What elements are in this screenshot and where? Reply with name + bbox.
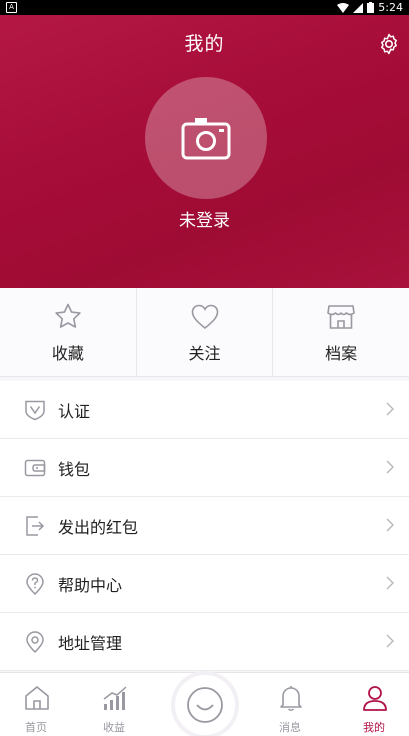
menu-item-label: 钱包 xyxy=(58,459,91,479)
menu-item-verify[interactable]: 认证 xyxy=(0,381,409,439)
quick-action-label: 收藏 xyxy=(51,344,84,363)
wallet-icon xyxy=(24,459,46,476)
tab-home[interactable]: 首页 xyxy=(1,673,71,736)
menu-item-label: 发出的红包 xyxy=(58,517,139,537)
page-title: 我的 xyxy=(184,33,225,55)
verify-shield-icon xyxy=(25,400,45,420)
battery-icon xyxy=(367,2,375,13)
tab-label: 消息 xyxy=(279,721,301,734)
quick-action-label: 关注 xyxy=(188,344,221,363)
login-prompt[interactable]: 未登录 xyxy=(0,206,409,231)
star-icon xyxy=(55,303,81,328)
status-bar: A 5:24 xyxy=(0,0,409,15)
status-time: 5:24 xyxy=(378,1,403,14)
menu-item-label: 地址管理 xyxy=(58,633,123,653)
quick-actions: 收藏 关注 档案 xyxy=(0,288,409,377)
menu-item-label: 认证 xyxy=(58,401,91,421)
menu-item-label: 帮助中心 xyxy=(58,575,123,595)
quick-action-favorites[interactable]: 收藏 xyxy=(0,288,137,376)
chevron-right-icon xyxy=(386,634,394,648)
notification-icon: A xyxy=(6,2,17,13)
camera-icon xyxy=(181,118,231,160)
status-icons: 5:24 xyxy=(337,0,403,15)
menu-item-sent-red-packets[interactable]: 发出的红包 xyxy=(0,497,409,555)
gear-icon[interactable] xyxy=(377,32,401,56)
chevron-right-icon xyxy=(386,518,394,532)
chevron-right-icon xyxy=(386,402,394,416)
tab-label: 首页 xyxy=(25,721,47,734)
menu-item-address[interactable]: 地址管理 xyxy=(0,613,409,671)
red-packet-out-icon xyxy=(26,515,45,536)
tab-mine[interactable]: 我的 xyxy=(339,673,409,736)
signal-icon xyxy=(353,2,364,13)
location-icon xyxy=(26,630,44,653)
help-icon xyxy=(26,572,44,595)
tab-label: 我的 xyxy=(363,721,385,734)
chat-bubble-icon xyxy=(187,687,223,723)
quick-action-follow[interactable]: 关注 xyxy=(137,288,274,376)
shop-icon xyxy=(327,305,355,329)
chevron-right-icon xyxy=(386,576,394,590)
wifi-icon xyxy=(337,2,350,13)
earnings-chart-icon xyxy=(103,686,127,710)
chevron-right-icon xyxy=(386,460,394,474)
avatar[interactable] xyxy=(145,77,267,199)
home-icon xyxy=(25,686,49,710)
heart-icon xyxy=(191,304,218,330)
center-chat-button[interactable] xyxy=(175,675,235,735)
quick-action-label: 档案 xyxy=(325,344,358,363)
profile-header: 我的 未登录 xyxy=(0,15,409,288)
tab-messages[interactable]: 消息 xyxy=(255,673,325,736)
menu-item-wallet[interactable]: 钱包 xyxy=(0,439,409,497)
menu-item-help-center[interactable]: 帮助中心 xyxy=(0,555,409,613)
tab-label: 收益 xyxy=(103,721,125,734)
bell-icon xyxy=(280,686,302,711)
quick-action-archive[interactable]: 档案 xyxy=(273,288,409,376)
profile-icon xyxy=(363,686,387,711)
tab-earnings[interactable]: 收益 xyxy=(79,673,149,736)
settings-menu: 认证 钱包 发出的红包 帮助中心 地址管理 xyxy=(0,381,409,671)
